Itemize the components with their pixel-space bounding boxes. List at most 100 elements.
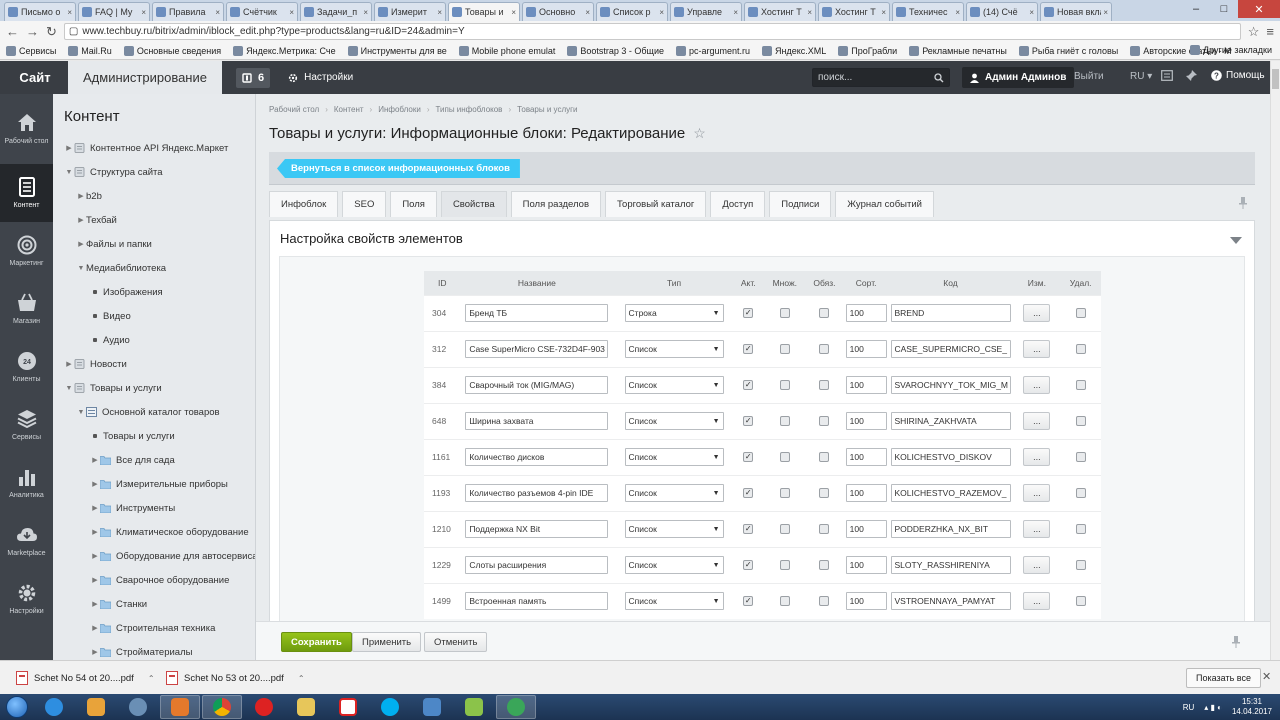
required-checkbox[interactable]: [819, 380, 830, 390]
close-tab-icon[interactable]: ×: [807, 8, 812, 17]
edit-property-button[interactable]: ...: [1023, 592, 1051, 611]
tab-item[interactable]: Инфоблок: [269, 191, 339, 217]
browser-tab[interactable]: Измерит ×: [374, 2, 446, 21]
property-type-select[interactable]: Список ▼: [624, 376, 724, 394]
sort-input[interactable]: 100: [845, 340, 887, 358]
bookmark-star-icon[interactable]: ☆: [1248, 24, 1260, 40]
url-field[interactable]: ▢ www.techbuy.ru/bitrix/admin/iblock_edi…: [63, 23, 1241, 40]
expand-right-icon[interactable]: ▶: [90, 456, 100, 464]
close-tab-icon[interactable]: ×: [659, 8, 664, 17]
active-checkbox[interactable]: ✓: [743, 596, 754, 607]
language-switch[interactable]: RU ▾: [1130, 71, 1152, 82]
bookmark-item[interactable]: pc-argument.ru: [675, 45, 750, 56]
tab-item[interactable]: Поля: [390, 191, 437, 217]
delete-checkbox[interactable]: [1075, 416, 1086, 426]
multiple-checkbox[interactable]: [779, 380, 790, 390]
delete-checkbox[interactable]: [1075, 560, 1086, 570]
taskbar-ie[interactable]: [34, 695, 74, 719]
code-input[interactable]: SHIRINA_ZAKHVATA: [890, 412, 1011, 430]
browser-tab[interactable]: Хостинг T ×: [818, 2, 890, 21]
tree-item[interactable]: Изображения: [53, 280, 255, 304]
browser-tab[interactable]: Письмо о ×: [4, 2, 76, 21]
nav-item-chart[interactable]: Аналитика: [0, 454, 53, 512]
close-tab-icon[interactable]: ×: [67, 8, 72, 17]
search-input[interactable]: поиск...: [812, 68, 950, 87]
nav-item-home[interactable]: Рабочий стол: [0, 94, 53, 164]
property-type-select[interactable]: Список ▼: [624, 556, 724, 574]
save-button[interactable]: Сохранить: [281, 632, 352, 652]
code-input[interactable]: PODDERZHKA_NX_BIT: [890, 520, 1011, 538]
bookmark-item[interactable]: Сервисы: [6, 45, 56, 56]
browser-tab[interactable]: Товары и ×: [448, 2, 520, 21]
chevron-up-icon[interactable]: ⌃: [298, 674, 305, 683]
tree-item[interactable]: Аудио: [53, 328, 255, 352]
sort-input[interactable]: 100: [845, 520, 887, 538]
download-item[interactable]: Schet No 54 ot 20....pdf ⌃: [16, 669, 155, 687]
expand-down-icon[interactable]: ▼: [76, 409, 86, 416]
code-input[interactable]: KOLICHESTVO_RAZEMOV_: [890, 484, 1011, 502]
tree-item[interactable]: ▶ Инструменты: [53, 496, 255, 520]
property-type-select[interactable]: Список ▼: [624, 448, 724, 466]
tree-item[interactable]: ▼ Медиабиблиотека: [53, 256, 255, 280]
taskbar-app-chart[interactable]: [454, 695, 494, 719]
expand-right-icon[interactable]: ▶: [90, 552, 100, 560]
browser-tab[interactable]: Управле ×: [670, 2, 742, 21]
taskbar-chrome[interactable]: [202, 695, 242, 719]
breadcrumb-item[interactable]: Рабочий стол: [269, 105, 319, 114]
edit-property-button[interactable]: ...: [1023, 520, 1051, 538]
scrollbar-thumb[interactable]: [1272, 69, 1279, 89]
breadcrumb-item[interactable]: Контент: [334, 105, 364, 114]
taskbar-app-screen[interactable]: [412, 695, 452, 719]
bookmark-item[interactable]: Рыба гниёт с головы: [1018, 45, 1118, 56]
notifications-button[interactable]: 6: [236, 67, 271, 88]
expand-right-icon[interactable]: ▶: [90, 576, 100, 584]
delete-checkbox[interactable]: [1075, 308, 1086, 318]
active-checkbox[interactable]: ✓: [743, 416, 754, 426]
expand-down-icon[interactable]: ▼: [64, 385, 74, 392]
tree-item[interactable]: ▶ Все для сада: [53, 448, 255, 472]
expand-right-icon[interactable]: ▶: [76, 216, 86, 224]
close-window-button[interactable]: ✕: [1238, 0, 1280, 18]
sort-input[interactable]: 100: [845, 412, 887, 430]
user-menu-button[interactable]: Админ Админов: [962, 67, 1075, 88]
tab-item[interactable]: Доступ: [710, 191, 766, 217]
code-input[interactable]: VSTROENNAYA_PAMYAT: [890, 592, 1011, 611]
property-type-select[interactable]: Список ▼: [624, 412, 724, 430]
breadcrumb-item[interactable]: Инфоблоки: [378, 105, 421, 114]
close-tab-icon[interactable]: ×: [363, 8, 368, 17]
required-checkbox[interactable]: [819, 596, 830, 607]
sort-input[interactable]: 100: [845, 448, 887, 466]
active-checkbox[interactable]: ✓: [743, 524, 754, 534]
sort-input[interactable]: 100: [845, 556, 887, 574]
code-input[interactable]: KOLICHESTVO_DISKOV: [890, 448, 1011, 466]
active-checkbox[interactable]: ✓: [743, 380, 754, 390]
expand-right-icon[interactable]: ▶: [90, 528, 100, 536]
delete-checkbox[interactable]: [1075, 380, 1086, 390]
code-input[interactable]: SLOTY_RASSHIRENIYA: [890, 556, 1011, 574]
tree-item[interactable]: Товары и услуги: [53, 424, 255, 448]
apply-button[interactable]: Применить: [352, 632, 422, 652]
browser-tab[interactable]: (14) Счё ×: [966, 2, 1038, 21]
tab-item[interactable]: Торговый каталог: [605, 191, 707, 217]
tray-language[interactable]: RU: [1183, 703, 1195, 712]
bookmark-item[interactable]: Инструменты для ве: [347, 45, 447, 56]
property-type-select[interactable]: Список ▼: [624, 592, 724, 611]
tree-item[interactable]: ▶ Контентное API Яндекс.Маркет: [53, 136, 255, 160]
required-checkbox[interactable]: [819, 560, 830, 570]
edit-property-button[interactable]: ...: [1023, 340, 1051, 358]
nav-item-cloud[interactable]: Marketplace: [0, 512, 53, 570]
expand-right-icon[interactable]: ▶: [76, 192, 86, 200]
delete-checkbox[interactable]: [1075, 524, 1086, 534]
taskbar-app-q[interactable]: [496, 695, 536, 719]
required-checkbox[interactable]: [819, 344, 830, 354]
taskbar-app-orange[interactable]: [160, 695, 200, 719]
tree-item[interactable]: ▶ Файлы и папки: [53, 232, 255, 256]
other-bookmarks[interactable]: Другие закладки: [1190, 45, 1272, 55]
multiple-checkbox[interactable]: [779, 596, 790, 607]
close-downloads-icon[interactable]: ✕: [1262, 670, 1271, 683]
taskbar-explorer[interactable]: [286, 695, 326, 719]
tab-item[interactable]: Поля разделов: [510, 191, 601, 217]
browser-tab[interactable]: Основно ×: [522, 2, 594, 21]
delete-checkbox[interactable]: [1075, 488, 1086, 498]
close-tab-icon[interactable]: ×: [881, 8, 886, 17]
